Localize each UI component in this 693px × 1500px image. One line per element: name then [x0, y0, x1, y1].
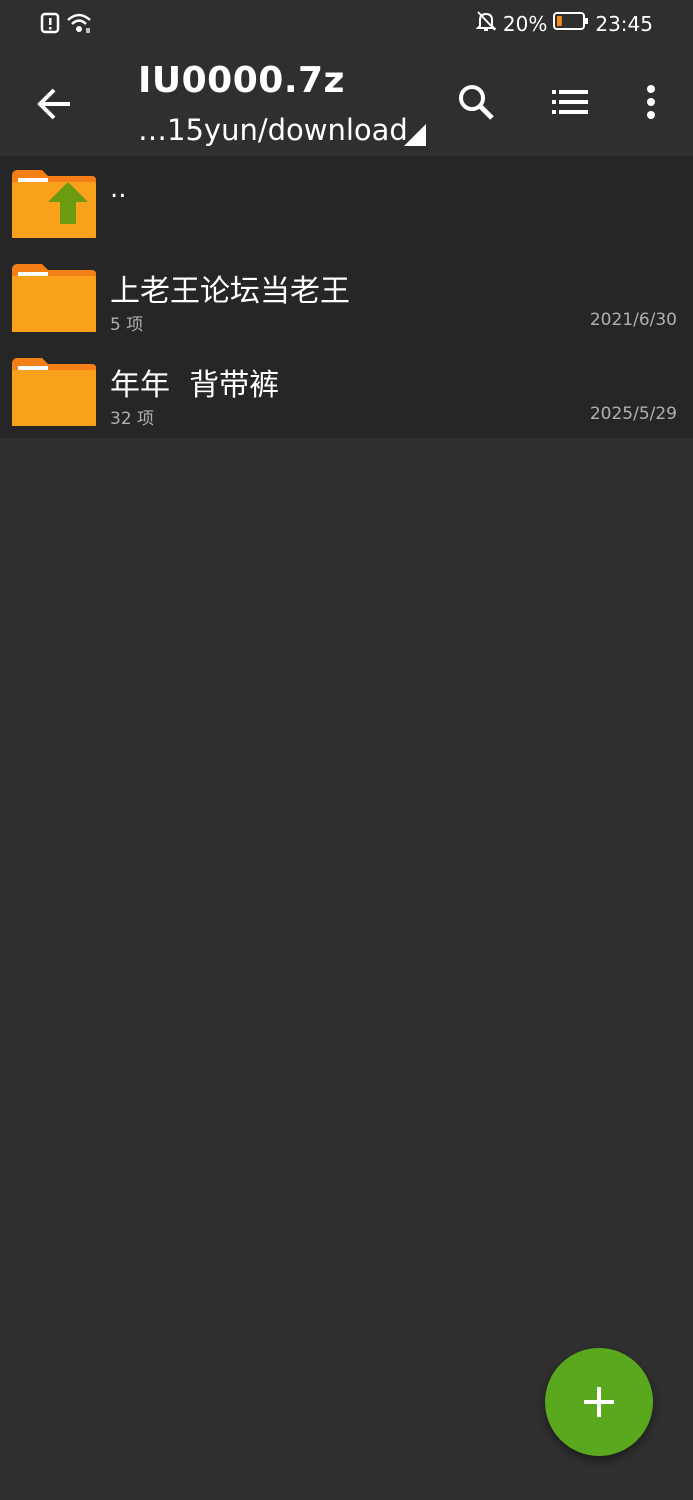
search-icon [459, 85, 494, 120]
more-options-button[interactable] [627, 78, 675, 126]
file-list: .. 上老王论坛当老王 5 项 2021/6/30 年年 背带裤 32 项 20… [0, 156, 693, 438]
modified-date: 2025/5/29 [589, 404, 677, 424]
wifi-icon [66, 12, 92, 38]
view-mode-button[interactable] [546, 78, 594, 126]
list-view-icon [552, 90, 588, 114]
alert-icon [40, 12, 60, 38]
battery-percent: 20% [502, 11, 548, 36]
item-count: 32 项 [110, 409, 155, 429]
clock: 23:45 [595, 11, 653, 36]
add-button[interactable] [545, 1348, 653, 1456]
path-dropdown[interactable]: …15yun/download [138, 110, 438, 150]
plus-icon [584, 1387, 614, 1417]
bell-off-icon [475, 10, 497, 37]
page-title: IU0000.7z [138, 60, 345, 101]
modified-date: 2021/6/30 [589, 310, 677, 330]
status-left [40, 12, 92, 38]
status-right: 20% 23:45 [475, 10, 653, 37]
folder-name: 上老王论坛当老王 [110, 274, 350, 309]
battery-icon [553, 11, 589, 36]
back-button[interactable] [30, 80, 78, 128]
parent-directory-row[interactable]: .. [0, 156, 693, 250]
back-arrow-icon [37, 88, 70, 120]
toolbar: IU0000.7z …15yun/download [0, 50, 693, 156]
list-item[interactable]: 上老王论坛当老王 5 项 2021/6/30 [0, 250, 693, 344]
dropdown-caret-icon [404, 124, 426, 146]
folder-up-icon [12, 170, 96, 238]
path-label: …15yun/download [138, 113, 408, 147]
folder-icon [12, 264, 96, 332]
folder-name: 年年 背带裤 [110, 368, 280, 403]
list-item[interactable]: 年年 背带裤 32 项 2025/5/29 [0, 344, 693, 438]
item-count: 5 项 [110, 315, 144, 335]
parent-directory-label: .. [110, 174, 127, 204]
folder-icon [12, 358, 96, 426]
more-vert-icon [647, 85, 655, 119]
search-button[interactable] [452, 78, 500, 126]
status-bar: 20% 23:45 [0, 0, 693, 50]
